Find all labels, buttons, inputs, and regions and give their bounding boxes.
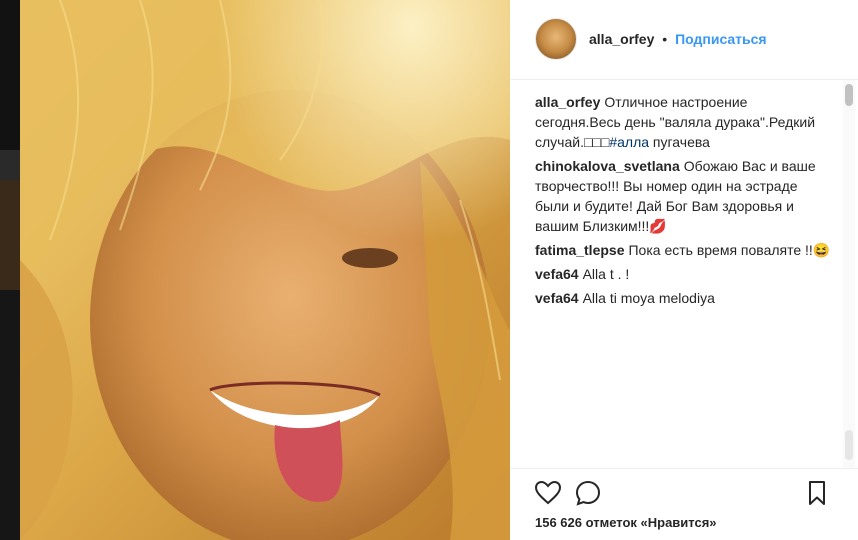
comment-text-tail: пугачева [649, 134, 710, 150]
comment-author[interactable]: vefa64 [535, 290, 579, 306]
hashtag-link[interactable]: #алла [609, 134, 649, 150]
comment-item: fatima_tlepse Пока есть время поваляте !!… [535, 240, 835, 260]
background-strip [0, 0, 20, 150]
post-modal: alla_orfey • Подписаться alla_orfey Отлич… [0, 0, 858, 540]
comment-text: Alla ti moya melodiya [582, 290, 715, 306]
scrollbar-track-lower [845, 430, 853, 460]
separator-dot: • [662, 31, 668, 47]
likes-count[interactable]: 156 626 отметок «Нравится» [535, 515, 717, 530]
comment-item: chinokalova_svetlana Обожаю Вас и ваше тв… [535, 156, 835, 236]
photo-illustration [20, 0, 510, 540]
comment-item: vefa64 Alla t . ! [535, 264, 835, 284]
comment-caption: alla_orfey Отличное настроение сегодня.Ве… [535, 92, 835, 152]
comment-text: Alla t . ! [582, 266, 630, 282]
comments-list: alla_orfey Отличное настроение сегодня.Ве… [535, 92, 835, 312]
post-sidebar: alla_orfey • Подписаться alla_orfey Отлич… [510, 0, 858, 540]
comments-scrollbar[interactable] [843, 80, 855, 468]
background-strip [0, 150, 20, 180]
scrollbar-thumb[interactable] [845, 84, 853, 106]
comment-author[interactable]: alla_orfey [535, 94, 600, 110]
comment-author[interactable]: chinokalova_svetlana [535, 158, 680, 174]
comment-text: Пока есть время поваляте !!😆 [628, 242, 831, 258]
comment-icon[interactable] [574, 479, 602, 507]
author-username[interactable]: alla_orfey [589, 31, 654, 47]
comment-author[interactable]: vefa64 [535, 266, 579, 282]
avatar[interactable] [535, 18, 577, 60]
post-actions: 156 626 отметок «Нравится» [510, 468, 858, 540]
post-header: alla_orfey • Подписаться [510, 0, 858, 80]
follow-button[interactable]: Подписаться [675, 31, 767, 47]
comment-author[interactable]: fatima_tlepse [535, 242, 624, 258]
header-text: alla_orfey • Подписаться [589, 31, 767, 47]
background-strip [0, 180, 20, 290]
heart-icon[interactable] [534, 479, 562, 507]
post-photo[interactable] [20, 0, 510, 540]
comment-item: vefa64 Alla ti moya melodiya [535, 288, 835, 308]
bookmark-icon[interactable] [803, 479, 831, 507]
background-strip [0, 290, 20, 540]
